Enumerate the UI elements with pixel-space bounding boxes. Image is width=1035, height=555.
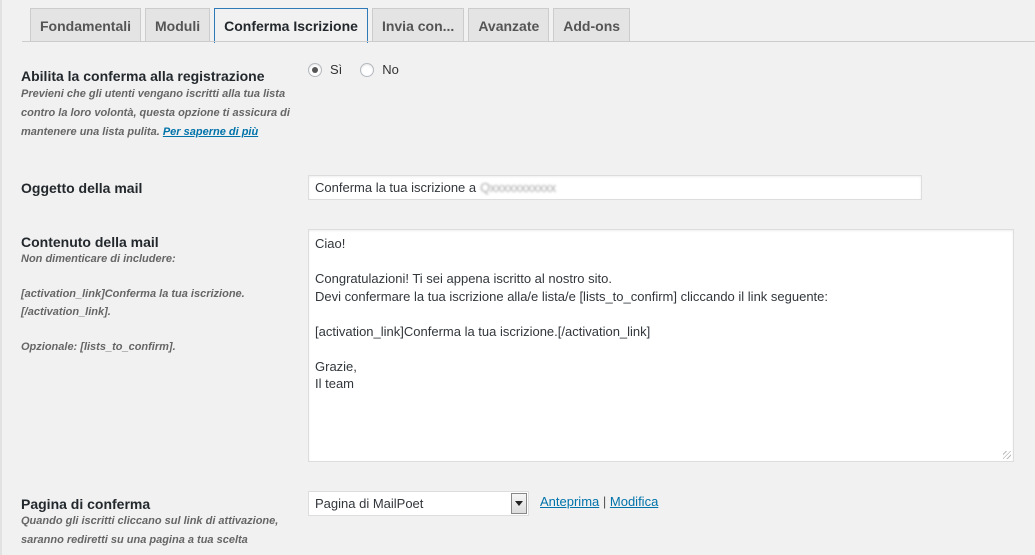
confirm-page-label: Pagina di conferma (21, 496, 151, 512)
confirm-page-selected: Pagina di MailPoet (315, 496, 424, 511)
confirm-page-links: Anteprima | Modifica (540, 494, 658, 509)
textarea-line (315, 253, 1007, 271)
chevron-down-icon[interactable] (511, 493, 527, 514)
tab-bar: Fondamentali Moduli Conferma Iscrizione … (30, 8, 631, 43)
textarea-line: [activation_link]Conferma la tua iscrizi… (315, 323, 651, 339)
subject-label: Oggetto della mail (21, 180, 143, 196)
tab-add-ons[interactable]: Add-ons (553, 8, 631, 42)
left-edge (0, 0, 2, 555)
tab-moduli[interactable]: Moduli (145, 8, 211, 42)
content-description: Non dimenticare di includere: [activatio… (21, 251, 301, 356)
radio-yes-label: Sì (330, 62, 343, 77)
confirmation-label: Abilita la conferma alla registrazione (21, 68, 265, 84)
content-desc-line: [/activation_link]. (21, 305, 111, 318)
resize-handle-icon[interactable] (1003, 451, 1011, 459)
confirm-page-desc-line: Quando gli iscritti cliccano sul link di… (21, 515, 279, 527)
subject-input[interactable]: Conferma la tua iscrizione a Qxxxxxxxxxx… (308, 175, 922, 200)
textarea-line (315, 340, 1007, 358)
settings-page: Fondamentali Moduli Conferma Iscrizione … (0, 0, 1035, 555)
tab-conferma-iscrizione[interactable]: Conferma Iscrizione (214, 8, 368, 43)
radio-no-label: No (382, 62, 399, 77)
subject-value: Conferma la tua iscrizione a (315, 180, 477, 195)
content-desc-line: Opzionale: [lists_to_confirm]. (21, 340, 176, 353)
textarea-line: Ciao! (315, 236, 346, 251)
textarea-line: Il team (315, 376, 355, 391)
radio-yes[interactable] (308, 62, 322, 77)
tabs-divider (22, 41, 1035, 42)
content-textarea[interactable]: Ciao! Congratulazioni! Ti sei appena isc… (308, 229, 1014, 462)
textarea-line: Grazie, (315, 358, 357, 374)
tab-avanzate[interactable]: Avanzate (468, 8, 550, 42)
confirmation-description: Previeni che gli utenti vengano iscritti… (21, 85, 301, 142)
radio-selected-dot (312, 66, 318, 73)
confirm-page-desc-line: saranno rediretti su una pagina a tua sc… (21, 534, 248, 546)
confirm-page-select[interactable]: Pagina di MailPoet (308, 491, 529, 516)
learn-more-link[interactable]: Per saperne di più (163, 126, 258, 138)
edit-link[interactable]: Modifica (610, 494, 658, 509)
textarea-line (315, 305, 1007, 323)
content-desc-line: Non dimenticare di includere: (21, 253, 176, 265)
preview-link[interactable]: Anteprima (540, 494, 599, 509)
content-label: Contenuto della mail (21, 234, 159, 250)
confirm-page-description: Quando gli iscritti cliccano sul link di… (21, 512, 301, 550)
link-separator: | (602, 494, 607, 509)
confirmation-radio-group: Sì No (308, 62, 409, 77)
radio-no[interactable] (360, 62, 375, 77)
tab-invia-con[interactable]: Invia con... (371, 8, 465, 42)
textarea-line: Devi confermare la tua iscrizione alla/e… (315, 288, 829, 304)
content-desc-line: [activation_link]Conferma la tua iscrizi… (21, 288, 245, 300)
tab-fondamentali[interactable]: Fondamentali (30, 8, 142, 42)
textarea-line: Congratulazioni! Ti sei appena iscritto … (315, 271, 612, 286)
subject-redacted: Qxxxxxxxxxxx (480, 180, 556, 195)
